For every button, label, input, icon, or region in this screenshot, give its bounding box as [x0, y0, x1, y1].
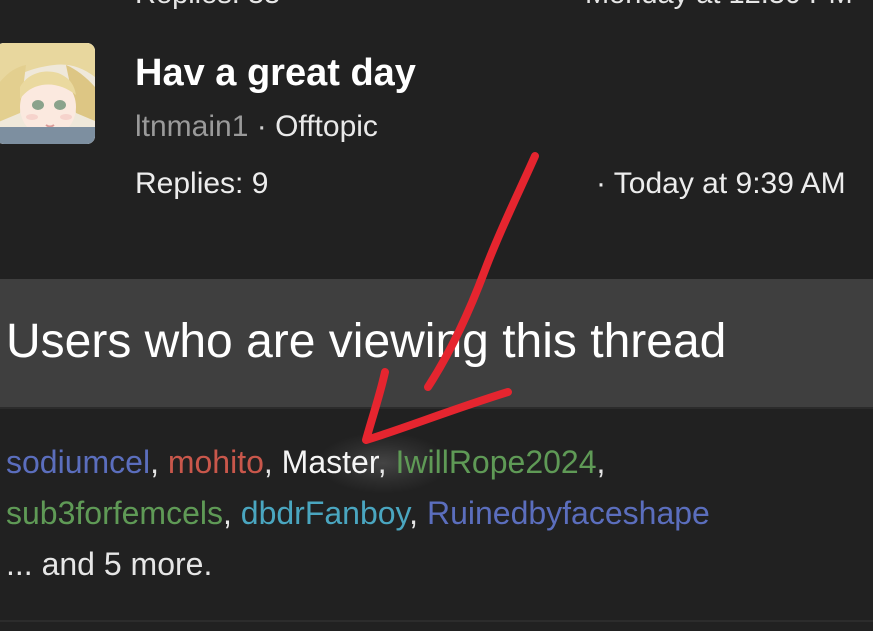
thread-item[interactable]: Hav a great day ltnmain1 · Offtopic Repl… — [0, 40, 873, 220]
user-link-master[interactable]: Master — [282, 444, 378, 480]
comma: , — [263, 444, 282, 480]
viewers-section-header: Users who are viewing this thread — [0, 279, 873, 407]
viewers-line-1: sodiumcel, mohito, Master, IwillRope2024… — [6, 437, 873, 488]
user-link-sodiumcel[interactable]: sodiumcel — [6, 444, 150, 480]
divider — [0, 407, 873, 409]
comma: , — [222, 495, 241, 531]
avatar-image-icon — [0, 43, 95, 144]
viewers-line-2: sub3forfemcels, dbdrFanboy, Ruinedbyface… — [6, 488, 873, 539]
comma: , — [377, 444, 396, 480]
comma: , — [596, 444, 606, 480]
previous-thread-row[interactable]: Replies: 33 Monday at 12:30 PM — [135, 0, 873, 11]
user-link-dbdrfanboy[interactable]: dbdrFanboy — [241, 495, 409, 531]
previous-thread-last-post[interactable]: Monday at 12:30 PM — [585, 0, 853, 11]
avatar[interactable] — [0, 43, 95, 144]
page: Replies: 33 Monday at 12:30 PM Hav a gre… — [0, 0, 873, 631]
meta-separator: · — [256, 110, 267, 143]
divider — [0, 620, 873, 622]
user-link-mohito[interactable]: mohito — [168, 444, 264, 480]
user-link-sub3forfemcels[interactable]: sub3forfemcels — [6, 495, 223, 531]
thread-title[interactable]: Hav a great day — [135, 52, 416, 95]
thread-forum[interactable]: Offtopic — [275, 110, 378, 143]
viewers-title: Users who are viewing this thread — [6, 315, 727, 368]
previous-thread-replies: Replies: 33 — [135, 0, 280, 11]
more-viewers[interactable]: ... and 5 more. — [6, 539, 873, 590]
thread-meta: ltnmain1 · Offtopic — [135, 110, 378, 144]
thread-replies: Replies: 9 — [135, 167, 269, 200]
comma: , — [150, 444, 168, 480]
user-link-ruinedbyfaceshape[interactable]: Ruinedbyfaceshape — [427, 495, 710, 531]
comma: , — [409, 495, 427, 531]
thread-last-post[interactable]: · Today at 9:39 AM — [596, 167, 846, 201]
user-link-iwillrope2024[interactable]: IwillRope2024 — [395, 444, 596, 480]
thread-author[interactable]: ltnmain1 — [135, 110, 248, 143]
viewers-list: sodiumcel, mohito, Master, IwillRope2024… — [6, 437, 873, 590]
